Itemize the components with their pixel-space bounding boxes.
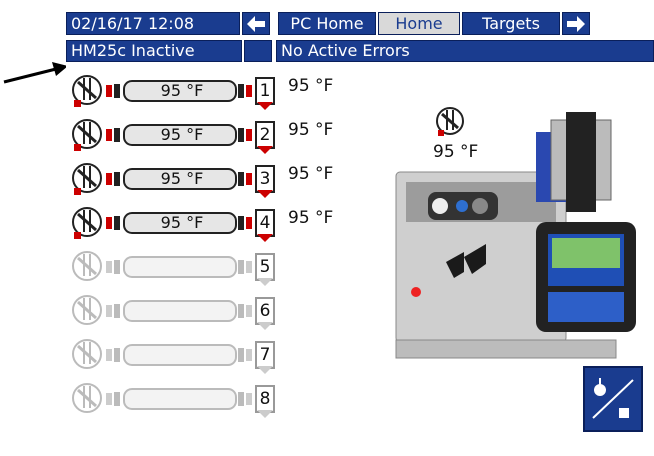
- heater-icon: [72, 163, 102, 195]
- heater-icon: [72, 339, 102, 369]
- melter-machine-image: [395, 112, 636, 359]
- zone-number: 5: [255, 253, 275, 281]
- hose-icon: [106, 344, 252, 366]
- zone-row-7[interactable]: 7: [70, 336, 285, 376]
- system-status: HM25c Inactive: [66, 40, 242, 62]
- heater-icon: [72, 251, 102, 281]
- zone-row-3[interactable]: 95 °F 3: [70, 160, 285, 200]
- zone-indicator-icon: [257, 234, 273, 242]
- hose-temp: 95 °F: [160, 213, 204, 232]
- zone-number: 7: [255, 341, 275, 369]
- tab-home[interactable]: Home: [378, 12, 460, 35]
- zone-row-1[interactable]: 95 °F 1: [70, 72, 285, 112]
- datetime: 02/16/17 12:08: [66, 12, 240, 35]
- zone-indicator-icon: [257, 102, 273, 110]
- hose-icon: [106, 388, 252, 410]
- tab-pc-home[interactable]: PC Home: [278, 12, 376, 35]
- zone-indicator-icon: [257, 366, 273, 374]
- arrow-right-icon: [567, 16, 585, 32]
- hmi-screen: 02/16/17 12:08 PC Home Home Targets HM25…: [66, 12, 654, 456]
- zone-indicator-icon: [257, 410, 273, 418]
- zone-row-6[interactable]: 6: [70, 292, 285, 332]
- hose-temp: 95 °F: [160, 81, 204, 100]
- machine-control-button[interactable]: [583, 366, 643, 432]
- zone-indicator-icon: [257, 146, 273, 154]
- machine-control-icon: [592, 378, 634, 419]
- zone-indicator-icon: [257, 190, 273, 198]
- hose-temp: 95 °F: [160, 125, 204, 144]
- zone-number: 3: [255, 165, 275, 193]
- heater-icon: [72, 383, 102, 413]
- zone-actual-temp: 95 °F: [288, 164, 334, 184]
- zone-row-5[interactable]: 5: [70, 248, 285, 288]
- zone-number: 1: [255, 77, 275, 105]
- hose-icon: [106, 300, 252, 322]
- heater-icon: [72, 295, 102, 325]
- heater-icon: [72, 119, 102, 151]
- arrow-left-icon: [247, 16, 265, 32]
- zone-number: 4: [255, 209, 275, 237]
- zone-number: 2: [255, 121, 275, 149]
- hose-icon: [106, 256, 252, 278]
- hose-temp: 95 °F: [160, 169, 204, 188]
- status-spacer: [244, 40, 272, 62]
- zone-indicator-icon: [257, 322, 273, 330]
- tab-targets[interactable]: Targets: [462, 12, 560, 35]
- zone-actual-temp: 95 °F: [288, 76, 334, 96]
- error-status: No Active Errors: [276, 40, 654, 62]
- zone-indicator-icon: [257, 278, 273, 286]
- zone-actual-temp: 95 °F: [288, 208, 334, 228]
- back-arrow-button[interactable]: [242, 12, 270, 35]
- next-arrow-button[interactable]: [562, 12, 590, 35]
- heater-icon: [72, 75, 102, 107]
- callout-arrow-icon: [3, 62, 68, 84]
- zone-number: 6: [255, 297, 275, 325]
- zone-actual-temp: 95 °F: [288, 120, 334, 140]
- zone-number: 8: [255, 385, 275, 413]
- zone-row-4[interactable]: 95 °F 4: [70, 204, 285, 244]
- zone-row-8[interactable]: 8: [70, 380, 285, 420]
- zone-row-2[interactable]: 95 °F 2: [70, 116, 285, 156]
- heater-icon: [72, 207, 102, 239]
